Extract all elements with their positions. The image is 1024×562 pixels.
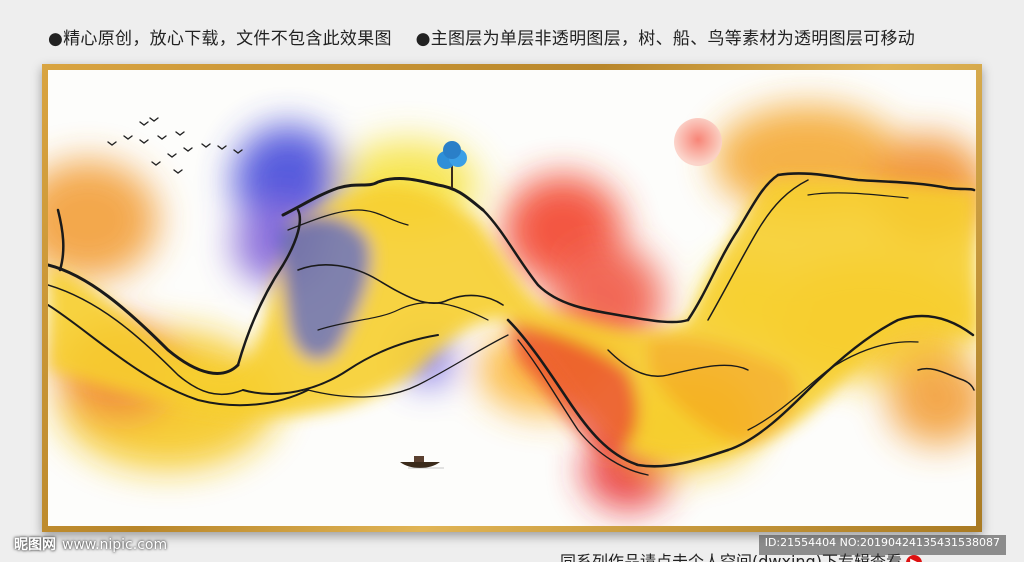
top-caption: ●精心原创，放心下载，文件不包含此效果图 ●主图层为单层非透明图层，树、船、鸟等…	[48, 24, 1008, 54]
picture-frame	[42, 64, 982, 532]
caption-right: ●主图层为单层非透明图层，树、船、鸟等素材为透明图层可移动	[415, 29, 916, 49]
nipic-watermark: 昵图网 www.nipic.com	[14, 534, 167, 556]
bottom-caption-text: 同系列作品请点击个人空间(dwxing)下专辑查看	[560, 552, 902, 562]
sun-icon	[674, 118, 722, 166]
ink-landscape-painting	[48, 105, 976, 510]
caption-left: ●精心原创，放心下载，文件不包含此效果图	[48, 29, 392, 49]
boat-icon	[400, 456, 444, 469]
watermark-site: www.nipic.com	[62, 537, 168, 553]
painting-canvas	[48, 70, 976, 526]
arrow-right-icon[interactable]: ▶	[905, 554, 922, 562]
birds-icon	[107, 117, 243, 174]
bottom-caption: 同系列作品请点击个人空间(dwxing)下专辑查看 ▶	[560, 550, 1024, 562]
watermark-brand: 昵图网	[14, 537, 56, 553]
